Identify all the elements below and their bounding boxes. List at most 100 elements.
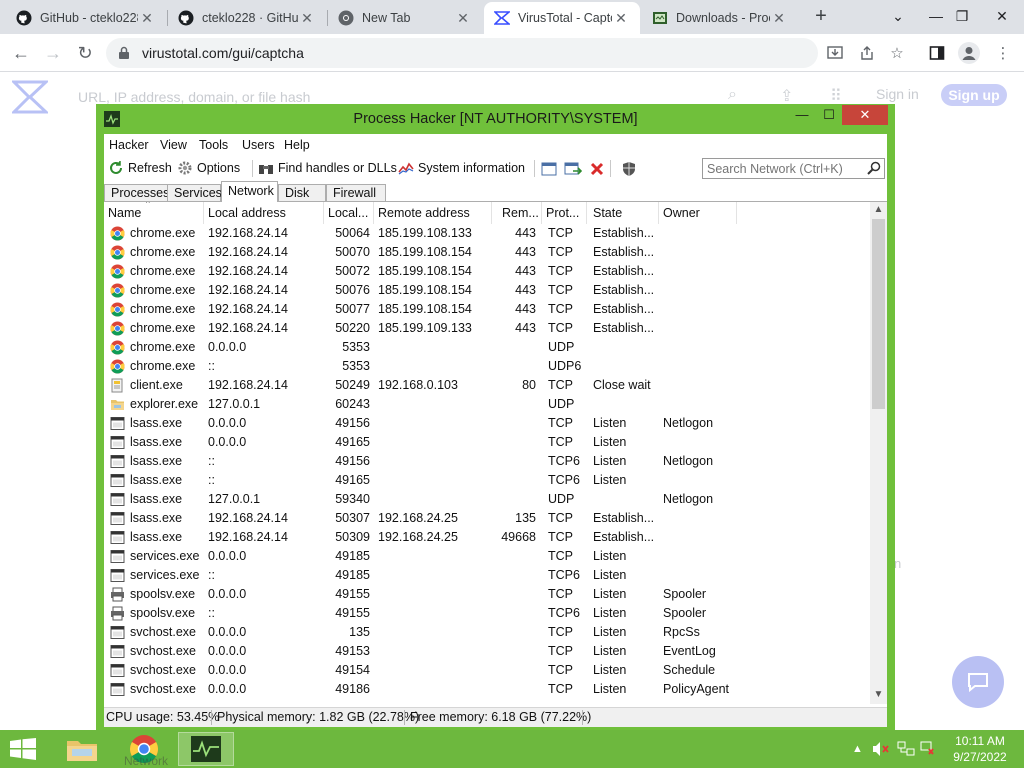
forward-arrow-icon[interactable]: → <box>40 40 66 66</box>
column-header-local-address[interactable]: Local address <box>204 202 324 224</box>
upload-icon[interactable]: ⇪ <box>780 86 793 106</box>
table-row[interactable]: lsass.exe 127.0.0.1 59340 UDP Netlogon <box>104 490 870 509</box>
table-row[interactable]: chrome.exe 192.168.24.14 50072 185.199.108.… <box>104 262 870 281</box>
column-header-local-port[interactable]: Local... <box>324 202 374 224</box>
column-header-owner[interactable]: Owner <box>659 202 737 224</box>
browser-tab-virustotal[interactable]: VirusTotal - Captcha ✕ <box>484 2 640 34</box>
table-row[interactable]: spoolsv.exe 0.0.0.0 49155 TCP Listen Spooler <box>104 585 870 604</box>
table-row[interactable]: chrome.exe 192.168.24.14 50076 185.199.108.… <box>104 281 870 300</box>
table-row[interactable]: chrome.exe 192.168.24.14 50064 185.199.108.… <box>104 224 870 243</box>
browser-tab-github-2[interactable]: cteklo228 · GitHub ✕ <box>168 2 326 34</box>
apps-grid-icon[interactable]: ⠿ <box>830 86 842 106</box>
restore-icon[interactable]: ❐ <box>940 0 984 34</box>
table-row[interactable]: lsass.exe 0.0.0.0 49165 TCP Listen <box>104 433 870 452</box>
browser-tab-new-tab[interactable]: New Tab ✕ <box>328 2 482 34</box>
reload-icon[interactable]: ↻ <box>72 40 98 66</box>
table-row[interactable]: chrome.exe 192.168.24.14 50220 185.199.109.… <box>104 319 870 338</box>
maximize-icon[interactable]: ☐ <box>815 106 843 126</box>
search-network-field[interactable] <box>702 158 885 179</box>
column-header-name[interactable]: ^ Name <box>104 202 204 224</box>
chat-bubble-icon[interactable] <box>952 656 1004 708</box>
tab-services[interactable]: Services <box>167 184 222 202</box>
table-row[interactable]: lsass.exe 192.168.24.14 50307 192.168.24.25… <box>104 509 870 528</box>
system-information-button[interactable]: System information <box>398 160 525 176</box>
close-icon[interactable]: ✕ <box>298 10 316 27</box>
tab-network[interactable]: Network <box>221 181 278 202</box>
table-row[interactable]: client.exe 192.168.24.14 50249 192.168.0.10… <box>104 376 870 395</box>
table-row[interactable]: lsass.exe:: 49165 TCP6 Listen <box>104 471 870 490</box>
menu-help[interactable]: Help <box>284 138 310 152</box>
close-window-icon[interactable]: ✕ <box>980 0 1024 34</box>
scrollbar-thumb[interactable] <box>872 219 885 409</box>
share-icon[interactable] <box>854 40 880 66</box>
options-button[interactable]: Options <box>177 160 240 176</box>
table-row[interactable]: lsass.exe:: 49156 TCP6 Listen Netlogon <box>104 452 870 471</box>
search-icon[interactable] <box>867 161 881 178</box>
sign-up-button[interactable]: Sign up <box>941 84 1007 106</box>
sign-in-link[interactable]: Sign in <box>876 86 919 102</box>
bookmark-star-icon[interactable]: ☆ <box>884 40 910 66</box>
windows-start-icon[interactable] <box>8 738 38 763</box>
action-center-warning-icon[interactable] <box>920 730 938 768</box>
table-row[interactable]: svchost.exe 0.0.0.0 135 TCP Listen RpcSs <box>104 623 870 642</box>
table-row[interactable]: services.exe 0.0.0.0 49185 TCP Listen <box>104 547 870 566</box>
table-row[interactable]: services.exe:: 49185 TCP6 Listen <box>104 566 870 585</box>
table-row[interactable]: explorer.exe 127.0.0.1 60243 UDP <box>104 395 870 414</box>
process-hacker-taskbar-icon[interactable] <box>178 732 234 766</box>
menu-hacker[interactable]: Hacker <box>109 138 149 152</box>
scroll-up-arrow-icon[interactable]: ▲ <box>870 202 887 219</box>
close-icon[interactable]: ✕ <box>770 10 788 27</box>
tab-firewall[interactable]: Firewall <box>326 184 386 202</box>
column-header-remote-address[interactable]: Remote address <box>374 202 492 224</box>
column-header-remote-port[interactable]: Rem... <box>492 202 542 224</box>
table-row[interactable]: lsass.exe 0.0.0.0 49156 TCP Listen Netlogon <box>104 414 870 433</box>
address-bar[interactable]: virustotal.com/gui/captcha <box>106 38 818 68</box>
table-row[interactable]: chrome.exe 192.168.24.14 50070 185.199.108.… <box>104 243 870 262</box>
more-menu-icon[interactable]: ⋮ <box>990 40 1016 66</box>
speaker-muted-icon[interactable] <box>872 730 890 768</box>
menu-tools[interactable]: Tools <box>199 138 228 152</box>
table-row[interactable]: chrome.exe 192.168.24.14 50077 185.199.108.… <box>104 300 870 319</box>
table-row[interactable]: chrome.exe 0.0.0.0 5353 UDP <box>104 338 870 357</box>
vt-search-placeholder[interactable]: URL, IP address, domain, or file hash <box>78 89 310 105</box>
window-arrow-icon[interactable] <box>564 160 582 178</box>
network-icon[interactable] <box>897 730 915 768</box>
close-window-button[interactable]: ✕ <box>842 105 888 125</box>
table-row[interactable]: spoolsv.exe:: 49155 TCP6 Listen Spooler <box>104 604 870 623</box>
tab-processes[interactable]: Processes <box>104 184 169 202</box>
back-arrow-icon[interactable]: ← <box>8 40 34 66</box>
browser-tab-github-1[interactable]: GitHub - cteklo228 ✕ <box>6 2 166 34</box>
refresh-button[interactable]: Refresh <box>108 160 172 176</box>
side-panel-icon[interactable] <box>924 40 950 66</box>
terminate-x-icon[interactable] <box>588 160 606 178</box>
profile-avatar[interactable] <box>956 40 982 66</box>
shield-icon[interactable] <box>620 160 638 178</box>
install-app-icon[interactable] <box>822 40 848 66</box>
window-icon[interactable] <box>540 160 558 178</box>
column-header-protocol[interactable]: Prot... <box>542 202 587 224</box>
minimize-icon[interactable]: — <box>788 106 816 126</box>
close-icon[interactable]: ✕ <box>138 10 156 27</box>
table-row[interactable]: chrome.exe:: 5353 UDP6 <box>104 357 870 376</box>
close-icon[interactable]: ✕ <box>612 10 630 27</box>
close-icon[interactable]: ✕ <box>454 10 472 27</box>
find-handles-button[interactable]: Find handles or DLLs <box>258 160 397 176</box>
search-icon[interactable]: ⌕ <box>728 86 737 104</box>
browser-tab-downloads[interactable]: Downloads - Process Hacker ✕ <box>642 2 798 34</box>
tray-chevron-up-icon[interactable]: ▲ <box>852 730 863 768</box>
menu-users[interactable]: Users <box>242 138 275 152</box>
scroll-down-arrow-icon[interactable]: ▼ <box>870 687 887 704</box>
file-explorer-taskbar-icon[interactable] <box>54 732 110 766</box>
table-row[interactable]: lsass.exe 192.168.24.14 50309 192.168.24.25… <box>104 528 870 547</box>
window-title-bar[interactable]: Process Hacker [NT AUTHORITY\SYSTEM] — ☐… <box>96 104 895 134</box>
column-header-state[interactable]: State <box>587 202 659 224</box>
vertical-scrollbar[interactable]: ▲ ▼ <box>870 202 887 704</box>
tab-disk[interactable]: Disk <box>278 184 326 202</box>
search-network-input[interactable] <box>703 159 863 178</box>
new-tab-button[interactable]: + <box>808 4 834 30</box>
taskbar-clock[interactable]: 10:11 AM 9/27/2022 <box>940 733 1020 765</box>
table-row[interactable]: svchost.exe 0.0.0.0 49154 TCP Listen Schedule <box>104 661 870 680</box>
table-row[interactable]: svchost.exe 0.0.0.0 49186 TCP Listen PolicyAg… <box>104 680 870 699</box>
menu-view[interactable]: View <box>160 138 187 152</box>
table-row[interactable]: svchost.exe 0.0.0.0 49153 TCP Listen EventLog <box>104 642 870 661</box>
